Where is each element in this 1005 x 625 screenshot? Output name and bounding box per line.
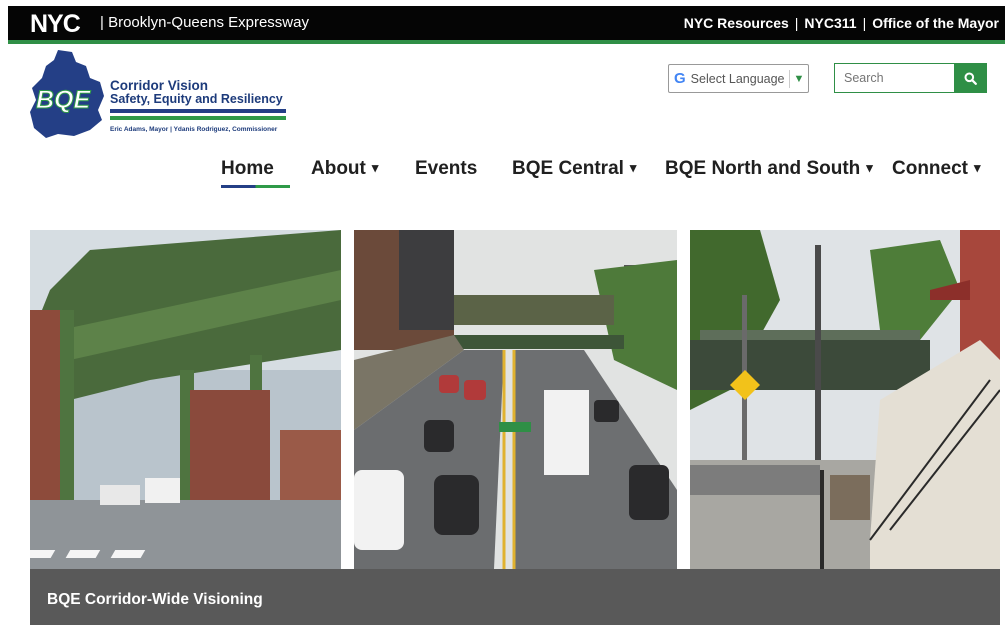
nyc-logo[interactable]: NYC xyxy=(30,10,98,36)
dropdown-caret-icon: ▾ xyxy=(629,160,637,175)
hero-photo-elevated-highway xyxy=(30,230,341,569)
hero-carousel[interactable]: BQE Corridor-Wide Visioning xyxy=(30,230,1000,625)
nav-connect-label: Connect xyxy=(892,158,968,179)
nav-events-label: Events xyxy=(415,158,478,179)
nav-bqe-central[interactable]: BQE Central ▾ xyxy=(512,158,636,180)
hero-caption-bar: BQE Corridor-Wide Visioning xyxy=(30,569,1000,625)
language-select-label: Select Language xyxy=(690,71,785,86)
google-g-icon: G xyxy=(674,70,686,87)
search-button[interactable] xyxy=(954,63,987,93)
logo-officials: Eric Adams, Mayor | Ydanis Rodriguez, Co… xyxy=(110,126,278,133)
logo-blue-bar xyxy=(110,109,286,113)
logo-title: Corridor Vision xyxy=(110,78,209,93)
hero-photo-highway-traffic xyxy=(354,230,677,569)
dropdown-caret-icon: ▾ xyxy=(371,160,379,175)
nyc311-link[interactable]: NYC311 xyxy=(804,6,856,40)
nyc-resources-link[interactable]: NYC Resources xyxy=(684,6,789,40)
nav-connect[interactable]: Connect ▾ xyxy=(892,158,981,180)
search-icon xyxy=(964,72,977,85)
nav-home[interactable]: Home xyxy=(221,158,274,180)
hero-caption[interactable]: BQE Corridor-Wide Visioning xyxy=(47,591,263,609)
nav-about[interactable]: About ▾ xyxy=(311,158,378,180)
select-divider xyxy=(788,69,790,88)
svg-text:BQE: BQE xyxy=(36,86,92,114)
link-separator: | xyxy=(862,15,867,31)
brooklyn-map-icon: BQE xyxy=(30,50,104,138)
logo-green-bar xyxy=(110,116,286,120)
bqe-logo[interactable]: BQE Corridor Vision Safety, Equity and R… xyxy=(28,48,290,140)
nav-bqe-north-south-label: BQE North and South xyxy=(665,158,861,179)
dropdown-caret-icon: ▾ xyxy=(974,160,981,175)
office-of-the-mayor-link[interactable]: Office of the Mayor xyxy=(872,6,999,40)
chevron-down-icon: ▼ xyxy=(793,72,805,85)
active-nav-underline xyxy=(221,185,290,188)
site-name[interactable]: | Brooklyn-Queens Expressway xyxy=(100,6,309,40)
logo-tagline: Safety, Equity and Resiliency xyxy=(110,92,283,106)
dropdown-caret-icon: ▾ xyxy=(866,160,873,175)
svg-text:NYC: NYC xyxy=(30,11,81,35)
top-bar: NYC | Brooklyn-Queens Expressway NYC Res… xyxy=(8,6,1005,40)
link-separator: | xyxy=(794,15,799,31)
nav-about-label: About xyxy=(311,158,366,179)
search-input[interactable] xyxy=(834,63,954,93)
nav-bqe-central-label: BQE Central xyxy=(512,158,624,179)
search-form xyxy=(834,63,987,93)
top-links: NYC Resources | NYC311 | Office of the M… xyxy=(684,6,999,40)
nav-home-label: Home xyxy=(221,158,274,179)
hero-photo-street-stairs xyxy=(690,230,1000,569)
topbar-accent-line xyxy=(8,40,1005,44)
language-select[interactable]: G Select Language ▼ xyxy=(668,64,809,93)
nav-bqe-north-south[interactable]: BQE North and South ▾ xyxy=(665,158,873,180)
nav-events[interactable]: Events xyxy=(415,158,477,180)
